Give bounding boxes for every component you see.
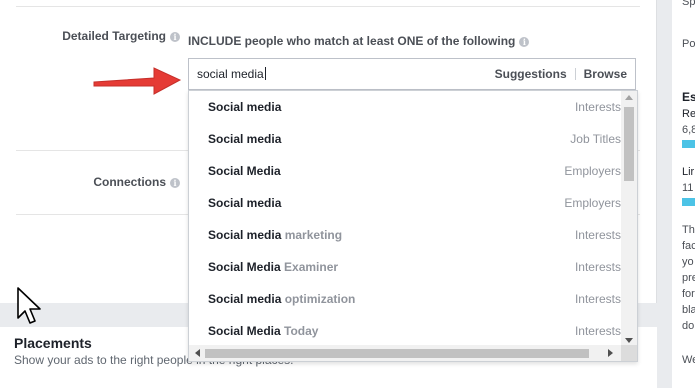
list-item[interactable]: Social media Job Titles bbox=[189, 123, 621, 155]
detailed-targeting-label: Detailed Targeting i bbox=[40, 29, 180, 43]
targeting-search-input[interactable]: social media Suggestions Browse bbox=[188, 58, 636, 90]
scroll-thumb[interactable] bbox=[624, 107, 634, 181]
list-item[interactable]: Social Media Employers bbox=[189, 155, 621, 187]
scroll-thumb[interactable] bbox=[205, 349, 589, 358]
audience-size-panel: Sp Po Es Re 6,8 Lir 11 Th fac yo pre for… bbox=[672, 0, 695, 388]
vertical-scrollbar[interactable] bbox=[621, 91, 637, 347]
placements-title: Placements bbox=[14, 335, 92, 351]
list-item[interactable]: Social Media Examiner Interests bbox=[189, 251, 621, 283]
reach-bar bbox=[682, 140, 695, 148]
scroll-left-icon[interactable] bbox=[195, 349, 200, 357]
info-icon[interactable]: i bbox=[170, 31, 180, 42]
mouse-cursor-icon bbox=[17, 287, 41, 324]
suggestions-link[interactable]: Suggestions bbox=[495, 67, 567, 81]
list-item[interactable]: Social media Employers bbox=[189, 187, 621, 219]
scroll-down-icon[interactable] bbox=[625, 338, 633, 343]
red-arrow-icon bbox=[93, 67, 182, 95]
scroll-right-icon[interactable] bbox=[608, 349, 613, 357]
list-item[interactable]: Social media optimization Interests bbox=[189, 283, 621, 315]
divider bbox=[16, 6, 640, 7]
horizontal-scrollbar[interactable] bbox=[189, 345, 637, 361]
limit-bar bbox=[682, 198, 695, 206]
scrollbar-corner bbox=[621, 345, 637, 361]
list-item[interactable]: Social media marketing Interests bbox=[189, 219, 621, 251]
include-text: INCLUDE people who match at least ONE of… bbox=[188, 34, 530, 48]
connections-label: Connections i bbox=[40, 175, 180, 189]
list-item[interactable]: Social Media Today Interests bbox=[189, 315, 621, 347]
info-icon[interactable]: i bbox=[519, 36, 530, 47]
list-item[interactable]: Social media Interests bbox=[189, 91, 621, 123]
scroll-up-icon[interactable] bbox=[625, 95, 633, 100]
info-icon[interactable]: i bbox=[170, 177, 180, 188]
browse-link[interactable]: Browse bbox=[584, 67, 627, 81]
suggestions-dropdown[interactable]: Social media Interests Social media Job … bbox=[188, 90, 638, 362]
